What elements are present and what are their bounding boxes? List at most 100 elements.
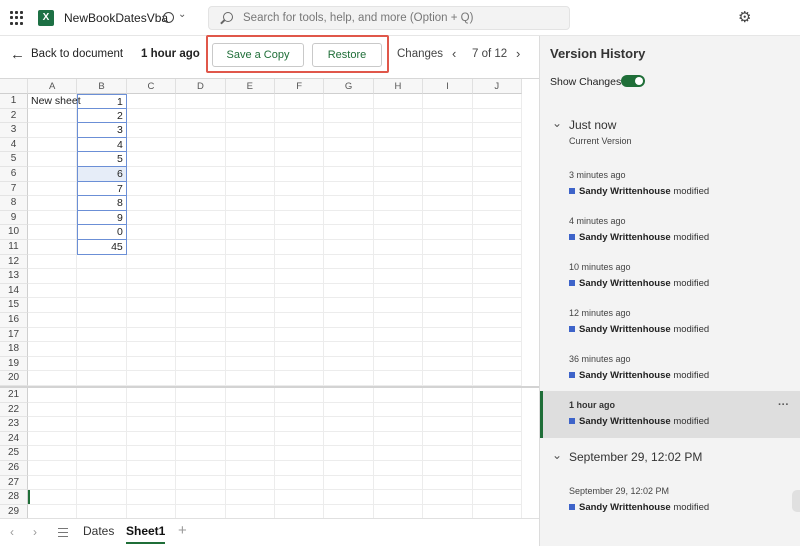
cell[interactable] (423, 137, 473, 153)
cell[interactable] (126, 461, 177, 476)
cell[interactable] (472, 196, 522, 211)
cell[interactable] (126, 417, 177, 432)
row-header[interactable]: 5 (0, 152, 28, 167)
cell[interactable] (225, 417, 275, 432)
cell[interactable] (472, 327, 522, 343)
cell[interactable] (324, 417, 374, 432)
chevron-down-icon[interactable]: ⌄ (552, 448, 562, 462)
cell[interactable] (28, 388, 78, 403)
cell[interactable] (77, 298, 127, 313)
cell[interactable] (423, 417, 473, 432)
cell[interactable] (472, 123, 522, 138)
cell[interactable] (423, 283, 473, 299)
sheet-tab-sheet1[interactable]: Sheet1 (126, 524, 166, 544)
cell[interactable] (472, 371, 522, 386)
cell[interactable] (126, 475, 177, 491)
row-header[interactable]: 12 (0, 254, 28, 270)
cell[interactable] (373, 123, 424, 138)
cell[interactable] (423, 313, 473, 328)
cell[interactable] (472, 254, 522, 270)
cell[interactable] (275, 123, 325, 138)
cell[interactable] (126, 356, 177, 372)
all-sheets-menu-icon[interactable] (58, 528, 68, 537)
scroll-tabs-right-icon[interactable]: › (33, 525, 37, 539)
column-header[interactable]: A (28, 79, 78, 94)
cell[interactable] (324, 475, 374, 491)
row-header[interactable]: 25 (0, 446, 28, 461)
cell[interactable] (126, 123, 177, 138)
cell[interactable] (324, 356, 374, 372)
cell[interactable] (225, 254, 275, 270)
cell[interactable] (472, 283, 522, 299)
cell[interactable] (77, 446, 127, 461)
cell[interactable] (28, 137, 78, 153)
cell[interactable] (373, 196, 424, 211)
cell[interactable] (373, 431, 424, 447)
cell[interactable] (275, 298, 325, 313)
version-entry-time[interactable]: 10 minutes ago (569, 262, 631, 272)
cell[interactable] (373, 152, 424, 167)
cell[interactable] (423, 269, 473, 284)
cell[interactable] (28, 446, 78, 461)
row-header[interactable]: 15 (0, 298, 28, 313)
cell[interactable] (77, 283, 127, 299)
sheet-tab-dates[interactable]: Dates (83, 524, 114, 538)
cell[interactable] (77, 313, 127, 328)
cell[interactable] (373, 108, 424, 124)
cell[interactable] (28, 342, 78, 357)
cell[interactable] (28, 240, 78, 255)
cell[interactable] (225, 210, 275, 226)
cell[interactable]: 7 (77, 181, 127, 197)
cell[interactable] (324, 371, 374, 386)
save-copy-button[interactable]: Save a Copy (212, 43, 304, 67)
cell[interactable] (225, 123, 275, 138)
cell[interactable] (324, 123, 374, 138)
cell[interactable] (28, 313, 78, 328)
cell[interactable] (126, 152, 177, 167)
cell[interactable] (373, 327, 424, 343)
cell[interactable] (275, 210, 325, 226)
cell[interactable] (126, 402, 177, 418)
cell[interactable] (176, 298, 226, 313)
row-header[interactable]: 16 (0, 313, 28, 328)
cell[interactable] (423, 475, 473, 491)
cell[interactable] (275, 167, 325, 182)
cell[interactable] (225, 137, 275, 153)
cell[interactable] (373, 388, 424, 403)
cell[interactable] (28, 196, 78, 211)
cell[interactable] (275, 342, 325, 357)
cell[interactable] (176, 240, 226, 255)
cell[interactable] (225, 475, 275, 491)
previous-change-icon[interactable]: ‹ (452, 46, 456, 61)
cell[interactable] (28, 417, 78, 432)
row-header[interactable]: 24 (0, 431, 28, 447)
cell[interactable] (275, 371, 325, 386)
version-entry-time[interactable]: 1 hour ago (569, 400, 615, 410)
cell[interactable] (472, 490, 522, 505)
cell[interactable]: 45 (77, 240, 127, 255)
cell[interactable] (423, 431, 473, 447)
cell[interactable] (472, 152, 522, 167)
cell[interactable] (324, 342, 374, 357)
cell[interactable] (472, 313, 522, 328)
cell[interactable] (77, 475, 127, 491)
cell[interactable] (373, 269, 424, 284)
cell[interactable] (225, 94, 275, 109)
cell[interactable] (275, 152, 325, 167)
side-handle[interactable] (792, 490, 800, 512)
cell[interactable] (423, 461, 473, 476)
cell[interactable] (225, 313, 275, 328)
cell[interactable] (28, 431, 78, 447)
cell[interactable] (472, 108, 522, 124)
cell[interactable] (373, 254, 424, 270)
row-header[interactable]: 18 (0, 342, 28, 357)
cell[interactable] (176, 94, 226, 109)
cell[interactable] (275, 475, 325, 491)
cell[interactable] (275, 283, 325, 299)
version-entry-time[interactable]: September 29, 12:02 PM (569, 486, 669, 496)
cell[interactable] (77, 504, 127, 518)
cell[interactable] (373, 240, 424, 255)
row-header[interactable]: 13 (0, 269, 28, 284)
cell[interactable] (275, 108, 325, 124)
cell[interactable] (77, 402, 127, 418)
